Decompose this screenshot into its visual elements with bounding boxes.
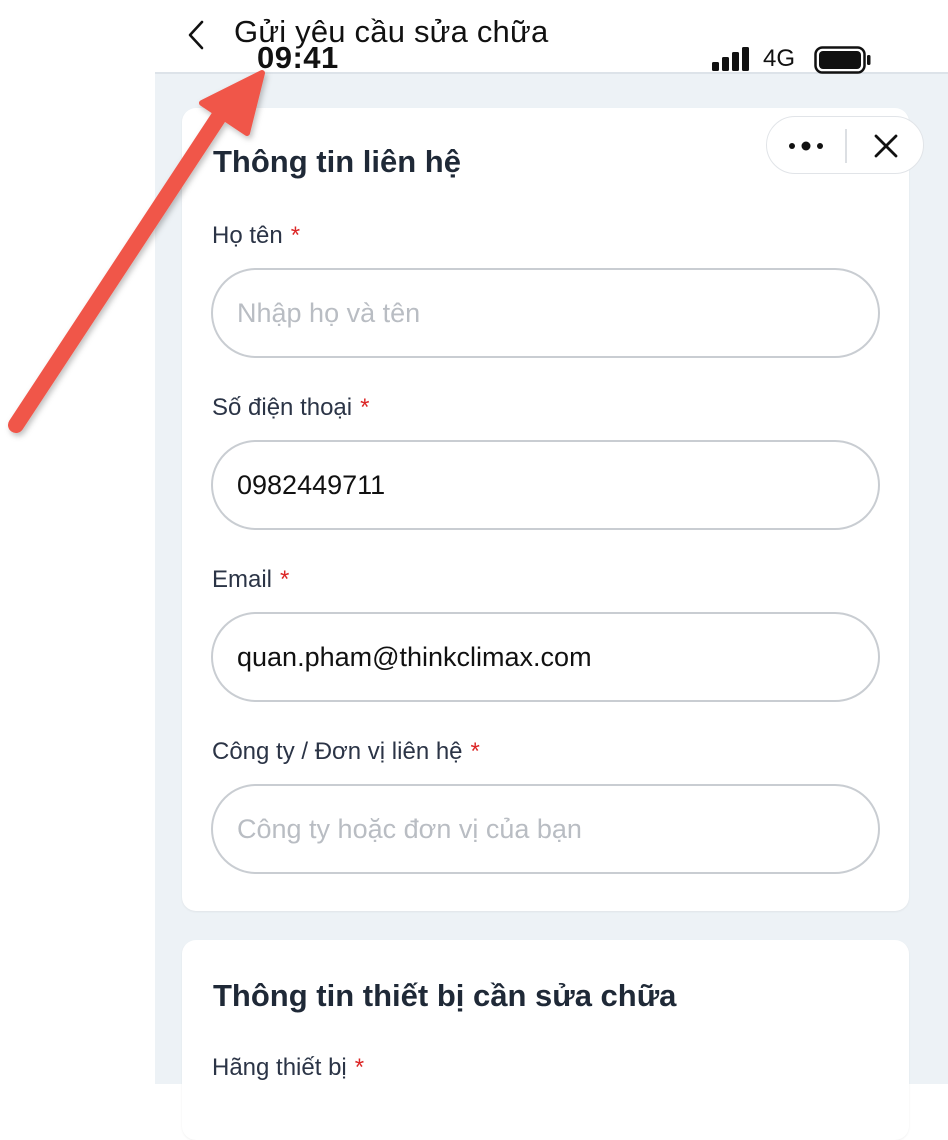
red-arrow-annotation [8,70,265,433]
more-dots-icon[interactable] [787,136,825,156]
full-name-input[interactable] [211,268,880,358]
required-asterisk: * [360,394,370,421]
section-title-device: Thông tin thiết bị cần sửa chữa [213,978,677,1013]
label-text: Công ty / Đơn vị liên hệ [212,738,463,765]
label-company: Công ty / Đơn vị liên hệ * [212,738,480,766]
label-device-brand: Hãng thiết bị * [212,1054,364,1082]
required-asterisk: * [354,1054,365,1081]
label-text: Email [212,566,273,593]
capsule-divider [845,129,847,163]
email-input[interactable] [211,612,880,702]
company-input[interactable] [211,784,880,874]
close-icon[interactable] [872,132,900,160]
device-info-card: Thông tin thiết bị cần sửa chữa Hãng thi… [182,940,909,1140]
mini-program-capsule [766,116,924,174]
required-asterisk: * [470,738,480,765]
cellular-signal-icon [712,47,749,71]
battery-icon [814,46,871,74]
label-text: Hãng thiết bị [212,1054,347,1081]
required-asterisk: * [280,566,290,593]
label-email: Email * [212,566,289,594]
network-type: 4G [763,45,796,72]
phone-input[interactable] [211,440,880,530]
